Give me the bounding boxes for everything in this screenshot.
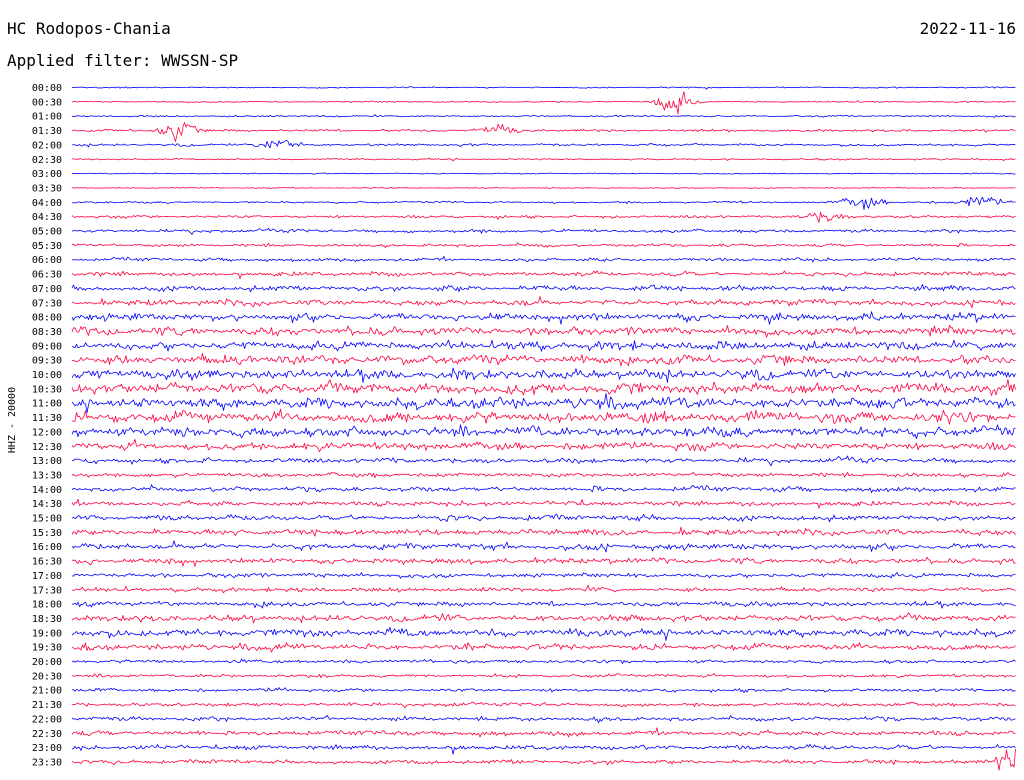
trace-1700 [71, 572, 1016, 579]
row-label-1930: 19:30 [32, 643, 62, 654]
trace-1230 [71, 438, 1016, 453]
trace-2030 [71, 672, 1016, 679]
trace-1930 [71, 642, 1016, 653]
trace-1200 [71, 424, 1016, 440]
seismogram-plot: 00:00 00:30 01:00 01:30 02:00 02:30 03:00 03:30… [32, 83, 1016, 771]
row-label-1200: 12:00 [32, 427, 62, 438]
row-label-0200: 02:00 [32, 140, 62, 151]
trace-0100 [71, 114, 1016, 118]
row-label-0300: 03:00 [32, 169, 62, 180]
trace-1500 [71, 513, 1016, 523]
trace-0300 [71, 172, 1016, 175]
trace-0830 [71, 324, 1016, 338]
row-label-0600: 06:00 [32, 255, 62, 266]
row-label-1230: 12:30 [32, 442, 62, 453]
trace-1600 [71, 540, 1016, 553]
trace-1530 [71, 526, 1016, 537]
row-label-1900: 19:00 [32, 628, 62, 639]
row-label-1800: 18:00 [32, 600, 62, 611]
trace-2330 [71, 748, 1016, 771]
row-label-1600: 16:00 [32, 542, 62, 553]
row-label-1330: 13:30 [32, 470, 62, 481]
row-label-1400: 14:00 [32, 485, 62, 496]
trace-1400 [71, 484, 1016, 493]
trace-1330 [71, 471, 1016, 479]
row-label-1030: 10:30 [32, 384, 62, 395]
row-label-1500: 15:00 [32, 514, 62, 525]
trace-0800 [71, 311, 1016, 325]
trace-2000 [71, 658, 1016, 665]
row-label-2330: 23:30 [32, 757, 62, 768]
trace-1800 [71, 600, 1016, 609]
row-label-2130: 21:30 [32, 700, 62, 711]
trace-1000 [71, 367, 1016, 383]
row-label-0400: 04:00 [32, 198, 62, 209]
trace-2230 [71, 727, 1016, 738]
row-label-0500: 05:00 [32, 227, 62, 238]
trace-1030 [71, 379, 1016, 396]
row-label-0800: 08:00 [32, 313, 62, 324]
trace-1300 [71, 455, 1016, 467]
trace-0600 [71, 255, 1016, 263]
trace-0530 [71, 242, 1016, 249]
trace-1100 [71, 392, 1016, 414]
row-label-1000: 10:00 [32, 370, 62, 381]
row-label-2230: 22:30 [32, 729, 62, 740]
trace-0330 [71, 186, 1016, 189]
row-label-0330: 03:30 [32, 183, 62, 194]
trace-0200 [71, 139, 1016, 149]
trace-1630 [71, 556, 1016, 567]
trace-1830 [71, 612, 1016, 624]
row-label-1530: 15:30 [32, 528, 62, 539]
row-label-2200: 22:00 [32, 714, 62, 725]
trace-0130 [71, 122, 1016, 142]
row-label-1430: 14:30 [32, 499, 62, 510]
row-label-2000: 20:00 [32, 657, 62, 668]
trace-2300 [71, 743, 1016, 755]
trace-0900 [71, 339, 1016, 352]
trace-0730 [71, 295, 1016, 309]
trace-1130 [71, 408, 1016, 425]
row-label-0930: 09:30 [32, 356, 62, 367]
row-label-0100: 01:00 [32, 112, 62, 123]
trace-0930 [71, 352, 1016, 367]
row-label-2300: 23:00 [32, 743, 62, 754]
trace-0000 [71, 86, 1016, 90]
trace-0030 [71, 91, 1016, 115]
row-label-1730: 17:30 [32, 585, 62, 596]
row-label-0030: 00:30 [32, 97, 62, 108]
trace-2200 [71, 714, 1016, 724]
trace-0500 [71, 227, 1016, 235]
row-label-1630: 16:30 [32, 557, 62, 568]
trace-1900 [71, 626, 1016, 641]
trace-0400 [71, 196, 1016, 211]
row-label-0130: 01:30 [32, 126, 62, 137]
row-label-2030: 20:30 [32, 671, 62, 682]
row-label-0700: 07:00 [32, 284, 62, 295]
row-label-0630: 06:30 [32, 270, 62, 281]
trace-1430 [71, 498, 1016, 509]
trace-1730 [71, 584, 1016, 594]
trace-2130 [71, 701, 1016, 709]
row-label-0730: 07:30 [32, 298, 62, 309]
trace-0430 [71, 211, 1016, 223]
row-label-0430: 04:30 [32, 212, 62, 223]
trace-2100 [71, 687, 1016, 693]
trace-0700 [71, 284, 1016, 293]
row-label-1100: 11:00 [32, 399, 62, 410]
seismogram-traces [71, 86, 1016, 771]
trace-0230 [71, 157, 1016, 162]
row-label-0230: 02:30 [32, 155, 62, 166]
row-label-1830: 18:30 [32, 614, 62, 625]
row-label-0830: 08:30 [32, 327, 62, 338]
row-label-1700: 17:00 [32, 571, 62, 582]
row-label-0530: 05:30 [32, 241, 62, 252]
row-label-2100: 21:00 [32, 686, 62, 697]
row-label-1130: 11:30 [32, 413, 62, 424]
row-label-0900: 09:00 [32, 341, 62, 352]
row-label-1300: 13:00 [32, 456, 62, 467]
row-time-labels: 00:00 00:30 01:00 01:30 02:00 02:30 03:00 03:30… [32, 83, 62, 768]
row-label-0000: 00:00 [32, 83, 62, 94]
trace-0630 [71, 270, 1016, 280]
